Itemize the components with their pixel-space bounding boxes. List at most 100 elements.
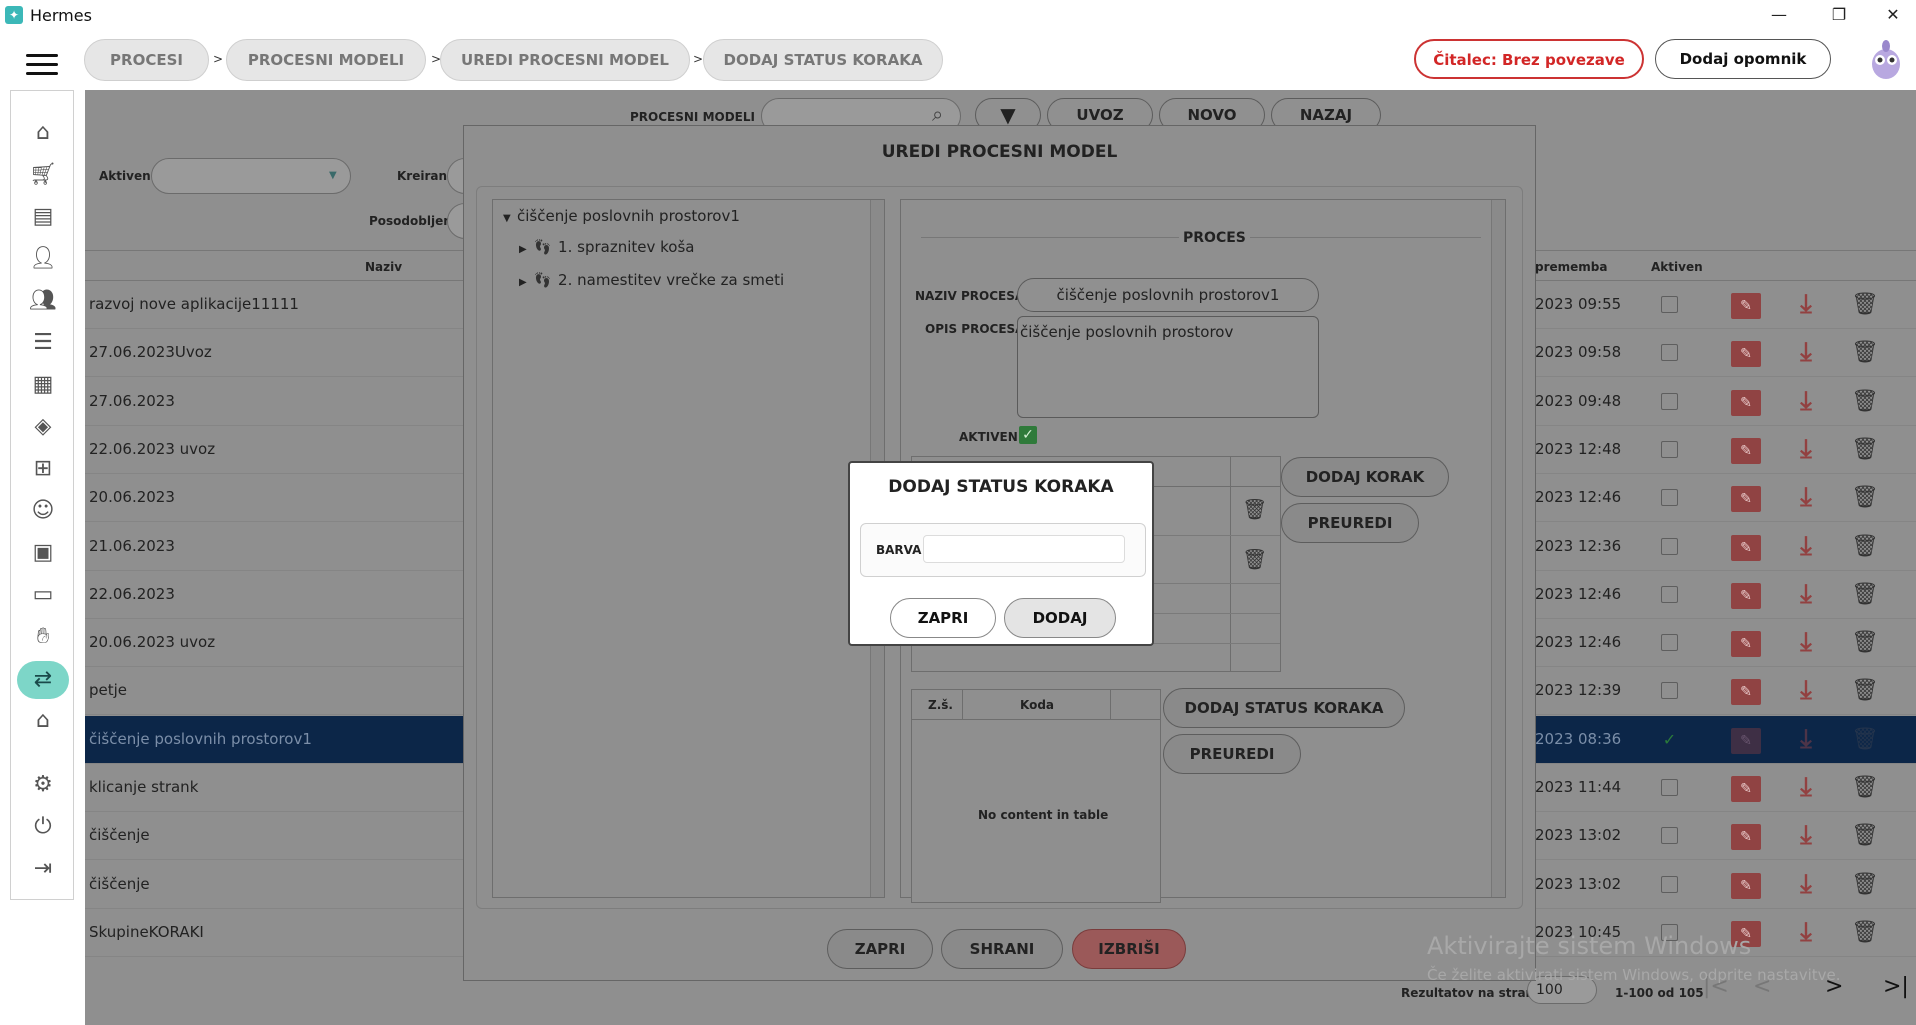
reorder-status-button[interactable]: PREUREDI bbox=[1163, 734, 1301, 774]
active-checkbox[interactable]: ✓ bbox=[1019, 426, 1037, 444]
row-active-checkbox[interactable] bbox=[1661, 634, 1678, 652]
row-active-checkbox[interactable] bbox=[1661, 682, 1678, 700]
trash-icon[interactable]: 🗑︎ bbox=[1851, 822, 1879, 850]
download-icon[interactable]: ⤓ bbox=[1791, 482, 1821, 512]
expand-right-icon[interactable]: ▶ bbox=[519, 277, 533, 288]
worker-icon[interactable]: ☺ bbox=[29, 497, 57, 525]
dialog-close-button[interactable]: ZAPRI bbox=[890, 598, 996, 638]
last-page-icon[interactable]: >| bbox=[1883, 974, 1909, 999]
edit-icon[interactable]: ✎ bbox=[1731, 824, 1761, 851]
reader-status-button[interactable]: Čitalec: Brez povezave bbox=[1414, 39, 1644, 79]
edit-icon[interactable]: ✎ bbox=[1731, 631, 1761, 658]
color-input[interactable] bbox=[923, 535, 1125, 563]
person-icon[interactable]: 👤︎ bbox=[29, 245, 57, 273]
edit-icon[interactable]: ✎ bbox=[1731, 486, 1761, 513]
close-modal-button[interactable]: ZAPRI bbox=[827, 929, 933, 969]
detail-scrollbar[interactable] bbox=[1491, 200, 1505, 897]
minimize-button[interactable]: — bbox=[1756, 0, 1802, 30]
download-icon[interactable]: ⤓ bbox=[1791, 386, 1821, 416]
trash-icon[interactable]: 🗑︎ bbox=[1851, 919, 1879, 947]
trash-icon[interactable]: 🗑︎ bbox=[1851, 581, 1879, 609]
process-description-textarea[interactable]: čiščenje poslovnih prostorov bbox=[1017, 316, 1319, 418]
row-active-checkbox[interactable] bbox=[1661, 875, 1678, 893]
trash-icon[interactable]: 🗑︎ bbox=[1851, 533, 1879, 561]
edit-icon[interactable]: ✎ bbox=[1731, 341, 1761, 368]
trash-icon[interactable]: 🗑︎ bbox=[1851, 388, 1879, 416]
tree-child-node[interactable]: ▶ 👣︎ 2. namestitev vrečke za smeti bbox=[519, 271, 784, 289]
process-icon[interactable]: ⇄ bbox=[17, 661, 69, 699]
layers-icon[interactable]: ◈ bbox=[29, 413, 57, 441]
power-icon[interactable]: ⏻ bbox=[29, 813, 57, 841]
column-header-change[interactable]: premembа bbox=[1535, 260, 1607, 274]
handshake-icon[interactable]: ✋︎ bbox=[29, 623, 57, 651]
dialog-add-button[interactable]: DODAJ bbox=[1004, 598, 1116, 638]
row-active-checkbox[interactable] bbox=[1661, 585, 1678, 603]
row-active-checkbox[interactable] bbox=[1661, 344, 1678, 362]
download-icon[interactable]: ⤓ bbox=[1791, 531, 1821, 561]
close-window-button[interactable]: ✕ bbox=[1870, 0, 1916, 30]
trash-icon[interactable]: 🗑︎ bbox=[1242, 547, 1267, 571]
expand-down-icon[interactable]: ▼ bbox=[503, 213, 517, 224]
home-icon[interactable]: ⌂ bbox=[29, 119, 57, 147]
chevron-down-icon[interactable]: ▼ bbox=[329, 170, 337, 181]
column-header-active[interactable]: Aktiven bbox=[1651, 260, 1703, 274]
download-icon[interactable]: ⤓ bbox=[1791, 627, 1821, 657]
download-icon[interactable]: ⤓ bbox=[1791, 337, 1821, 367]
calendar-icon[interactable]: ▦ bbox=[29, 371, 57, 399]
row-active-checkbox[interactable]: ✓ bbox=[1661, 730, 1678, 748]
download-icon[interactable]: ⤓ bbox=[1791, 579, 1821, 609]
download-icon[interactable]: ⤓ bbox=[1791, 289, 1821, 319]
breadcrumb-dodaj-status-koraka[interactable]: DODAJ STATUS KORAKA bbox=[703, 39, 943, 81]
row-active-checkbox[interactable] bbox=[1661, 779, 1678, 796]
tree-root-node[interactable]: ▼ čiščenje poslovnih prostorov1 bbox=[503, 207, 740, 225]
breadcrumb-uredi-procesni-model[interactable]: UREDI PROCESNI MODEL bbox=[440, 39, 690, 81]
menu-icon[interactable] bbox=[26, 54, 58, 76]
trash-icon[interactable]: 🗑︎ bbox=[1851, 726, 1879, 754]
reorder-steps-button[interactable]: PREUREDI bbox=[1281, 503, 1419, 543]
trash-icon[interactable]: 🗑︎ bbox=[1242, 497, 1267, 521]
people-icon[interactable]: 👥︎ bbox=[29, 287, 57, 315]
chat-icon[interactable]: ▭ bbox=[29, 581, 57, 609]
status-col-zs[interactable]: Z.š. bbox=[928, 698, 953, 712]
document-icon[interactable]: ▤ bbox=[29, 203, 57, 231]
trash-icon[interactable]: 🗑︎ bbox=[1851, 436, 1879, 464]
download-icon[interactable]: ⤓ bbox=[1791, 772, 1821, 802]
process-name-input[interactable]: čiščenje poslovnih prostorov1 bbox=[1017, 278, 1319, 312]
trash-icon[interactable]: 🗑︎ bbox=[1851, 871, 1879, 899]
active-filter-select[interactable] bbox=[151, 158, 351, 194]
row-active-checkbox[interactable] bbox=[1661, 489, 1678, 507]
add-step-button[interactable]: DODAJ KORAK bbox=[1281, 457, 1449, 497]
trash-icon[interactable]: 🗑︎ bbox=[1851, 291, 1879, 319]
edit-icon[interactable]: ✎ bbox=[1731, 582, 1761, 609]
edit-icon[interactable]: ✎ bbox=[1731, 534, 1761, 561]
edit-icon[interactable]: ✎ bbox=[1731, 776, 1761, 802]
add-step-status-button[interactable]: DODAJ STATUS KORAKA bbox=[1163, 688, 1405, 728]
row-active-checkbox[interactable] bbox=[1661, 827, 1678, 845]
delete-button[interactable]: IZBRIŠI bbox=[1072, 929, 1186, 969]
edit-icon[interactable]: ✎ bbox=[1731, 437, 1761, 464]
row-active-checkbox[interactable] bbox=[1661, 537, 1678, 555]
download-icon[interactable]: ⤓ bbox=[1791, 434, 1821, 464]
trash-icon[interactable]: 🗑︎ bbox=[1851, 677, 1879, 705]
download-icon[interactable]: ⤓ bbox=[1791, 675, 1821, 705]
breadcrumb-procesni-modeli[interactable]: PROCESNI MODELI bbox=[226, 39, 426, 81]
edit-icon[interactable]: ✎ bbox=[1731, 872, 1761, 899]
row-active-checkbox[interactable] bbox=[1661, 440, 1678, 458]
hierarchy-icon[interactable]: ⊞ bbox=[29, 455, 57, 483]
edit-icon[interactable]: ✎ bbox=[1731, 727, 1761, 754]
trash-icon[interactable]: 🗑︎ bbox=[1851, 774, 1879, 802]
download-icon[interactable]: ⤓ bbox=[1791, 869, 1821, 899]
download-icon[interactable]: ⤓ bbox=[1791, 724, 1821, 754]
trash-icon[interactable]: 🗑︎ bbox=[1851, 484, 1879, 512]
tree-child-node[interactable]: ▶ 👣︎ 1. spraznitev koša bbox=[519, 238, 694, 256]
edit-icon[interactable]: ✎ bbox=[1731, 389, 1761, 416]
breadcrumb-procesi[interactable]: PROCESI bbox=[84, 39, 209, 81]
briefcase-icon[interactable]: ▣ bbox=[29, 539, 57, 567]
save-button[interactable]: SHRANI bbox=[941, 929, 1063, 969]
gear-icon[interactable]: ⚙ bbox=[29, 771, 57, 799]
house-icon[interactable]: ⌂ bbox=[29, 707, 57, 735]
expand-right-icon[interactable]: ▶ bbox=[519, 244, 533, 255]
column-header-name[interactable]: Naziv bbox=[365, 260, 402, 274]
restore-button[interactable]: ❐ bbox=[1816, 0, 1862, 30]
cart-icon[interactable]: 🛒︎ bbox=[29, 161, 57, 189]
